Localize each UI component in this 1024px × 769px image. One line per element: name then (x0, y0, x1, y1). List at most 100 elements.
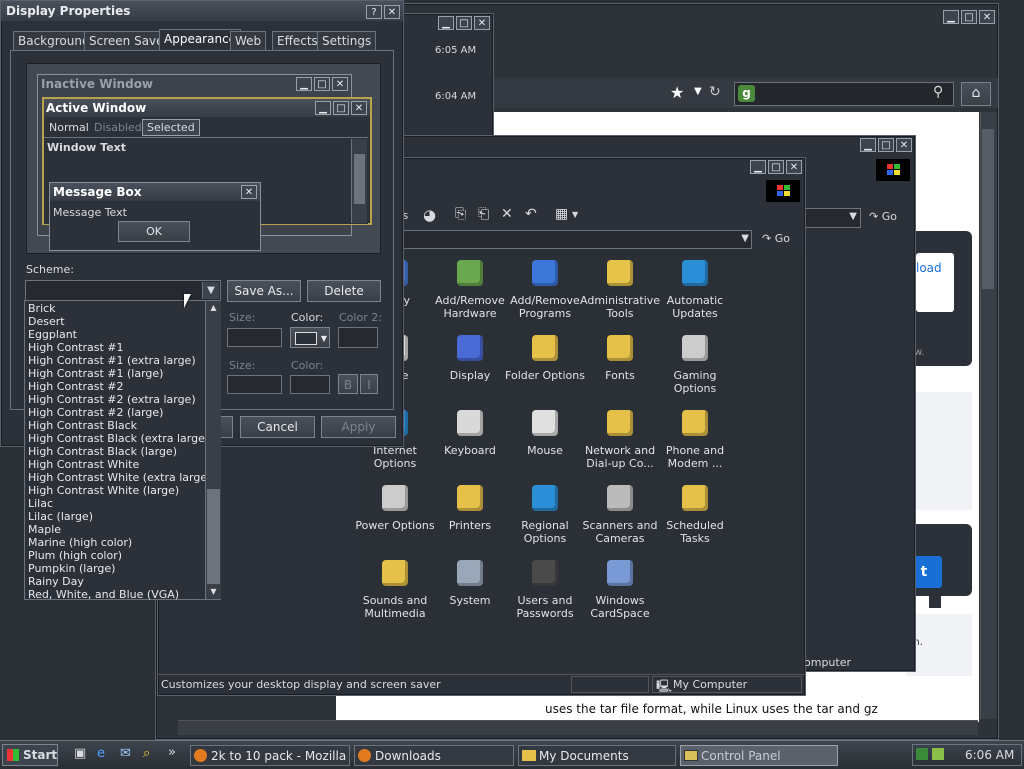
control-panel-item[interactable]: Keyboard (430, 406, 510, 457)
scroll-thumb[interactable] (982, 129, 994, 289)
control-panel-item[interactable]: Network and Dial-up Co... (580, 406, 660, 470)
scroll-up-icon[interactable]: ▲ (206, 301, 221, 315)
control-panel-item[interactable]: Fonts (580, 331, 660, 382)
browser-hscrollbar[interactable] (178, 720, 978, 735)
tab-background[interactable]: Background (13, 31, 95, 50)
minimize-icon[interactable]: ▁ (860, 138, 876, 152)
chevron-down-icon[interactable]: ▼ (572, 210, 578, 219)
control-panel-item[interactable]: Sounds and Multimedia (355, 556, 435, 620)
scheme-option[interactable]: Maple (25, 523, 205, 536)
scheme-option[interactable]: Lilac (large) (25, 510, 205, 523)
control-panel-item[interactable]: Folder Options (505, 331, 585, 382)
close-icon[interactable]: ✕ (896, 138, 912, 152)
search-engine-icon[interactable]: g (738, 85, 755, 102)
close-icon[interactable]: ✕ (474, 16, 490, 30)
italic-button[interactable]: I (360, 374, 378, 394)
scheme-option[interactable]: High Contrast White (large) (25, 484, 205, 497)
taskbar-button-my-documents[interactable]: My Documents (518, 745, 676, 766)
chevron-down-icon[interactable]: ▼ (202, 282, 219, 299)
maximize-icon[interactable]: □ (456, 16, 472, 30)
color-picker[interactable]: ▼ (290, 327, 330, 348)
dropdown-scrollbar[interactable]: ▲ ▼ (205, 301, 221, 599)
scheme-option[interactable]: High Contrast #1 (extra large) (25, 354, 205, 367)
scheme-option[interactable]: High Contrast #2 (large) (25, 406, 205, 419)
scheme-option[interactable]: Lilac (25, 497, 205, 510)
home-button[interactable]: ⌂ (961, 82, 991, 106)
apply-button[interactable]: Apply (321, 416, 396, 438)
scheme-option[interactable]: Plum (high color) (25, 549, 205, 562)
maximize-icon[interactable]: □ (961, 10, 977, 24)
close-icon[interactable]: ✕ (786, 160, 802, 174)
minimize-icon[interactable]: ▁ (750, 160, 766, 174)
clock[interactable]: 6:06 AM (965, 748, 1014, 762)
scheme-option[interactable]: High Contrast White (extra large) (25, 471, 211, 484)
scheme-option[interactable]: Brick (25, 302, 205, 315)
back-go-button[interactable]: ↷ Go (869, 210, 897, 223)
tab-settings[interactable]: Settings (317, 31, 377, 50)
reload-icon[interactable]: ↻ (709, 84, 721, 100)
save-as-button[interactable]: Save As... (227, 280, 301, 302)
control-panel-item[interactable]: Gaming Options (655, 331, 735, 395)
scroll-down-icon[interactable]: ▼ (206, 585, 221, 599)
search-icon[interactable]: ⚲ (933, 84, 943, 100)
move-to-icon[interactable]: ⎘ (455, 206, 466, 222)
scheme-option[interactable]: Red, White, and Blue (VGA) (25, 588, 205, 601)
search-input[interactable] (734, 82, 954, 106)
undo-icon[interactable]: ↶ (525, 206, 537, 222)
start-button[interactable]: Start (2, 744, 58, 766)
scheme-option[interactable]: Marine (high color) (25, 536, 205, 549)
scheme-select[interactable]: ▼ (25, 280, 221, 301)
control-panel-item[interactable]: Users and Passwords (505, 556, 585, 620)
control-panel-item[interactable]: Display (430, 331, 510, 382)
load-link[interactable]: load (916, 261, 942, 275)
back-address-dropdown[interactable]: ▼ (803, 208, 861, 228)
side-panel-link[interactable]: load (916, 253, 954, 312)
tray-volume-icon[interactable] (932, 748, 944, 760)
close-button[interactable]: ✕ (384, 5, 400, 19)
font-color-picker[interactable] (290, 375, 330, 394)
control-panel-item[interactable]: System (430, 556, 510, 607)
close-icon[interactable]: ✕ (979, 10, 995, 24)
scroll-thumb[interactable] (207, 489, 220, 584)
taskbar-button-firefox[interactable]: 2k to 10 pack - Mozilla Fir... (190, 745, 350, 766)
scheme-option[interactable]: High Contrast Black (25, 419, 205, 432)
tab-appearance[interactable]: Appearance (159, 29, 242, 51)
control-panel-item[interactable]: Printers (430, 481, 510, 532)
control-panel-item[interactable]: Phone and Modem ... (655, 406, 735, 470)
scheme-option[interactable]: Desert (25, 315, 205, 328)
help-button[interactable]: ? (366, 5, 382, 19)
scheme-option[interactable]: High Contrast Black (large) (25, 445, 205, 458)
bookmark-star-icon[interactable]: ★ (670, 83, 684, 102)
taskbar-button-control-panel[interactable]: Control Panel (680, 745, 838, 766)
scheme-option[interactable]: High Contrast #2 (25, 380, 205, 393)
maximize-icon[interactable]: □ (768, 160, 784, 174)
scheme-option[interactable]: High Contrast #1 (25, 341, 205, 354)
control-panel-item[interactable]: Add/Remove Programs (505, 256, 585, 320)
bold-button[interactable]: B (338, 374, 358, 394)
color2-picker[interactable] (338, 327, 378, 348)
control-panel-item[interactable]: Scheduled Tasks (655, 481, 735, 545)
maximize-icon[interactable]: □ (878, 138, 894, 152)
control-panel-item[interactable]: Automatic Updates (655, 256, 735, 320)
delete-icon[interactable]: ✕ (501, 206, 513, 222)
font-size-select[interactable] (227, 375, 282, 394)
delete-button[interactable]: Delete (307, 280, 381, 302)
address-dropdown[interactable]: ▼ (398, 230, 752, 249)
scheme-option[interactable]: Eggplant (25, 328, 205, 341)
tray-network-icon[interactable] (916, 748, 928, 760)
quicklaunch-outlook-icon[interactable]: ✉ (120, 746, 131, 761)
tab-web[interactable]: Web (230, 31, 267, 50)
scheme-option[interactable]: Rainy Day (25, 575, 205, 588)
history-icon[interactable]: ◕ (423, 206, 436, 224)
size-spinner[interactable] (227, 328, 282, 347)
quicklaunch-desktop-icon[interactable]: ▣ (74, 746, 86, 761)
scheme-option[interactable]: High Contrast Black (extra large) (25, 432, 209, 445)
scheme-option[interactable]: High Contrast #1 (large) (25, 367, 205, 380)
dropdown-arrow-icon[interactable]: ▼ (694, 86, 702, 97)
quicklaunch-explorer-icon[interactable]: ⌕ (143, 746, 150, 761)
views-icon[interactable]: ▦ (555, 206, 568, 222)
copy-to-icon[interactable]: ⎗ (478, 206, 489, 222)
cancel-button[interactable]: Cancel (240, 416, 315, 438)
control-panel-item[interactable]: Scanners and Cameras (580, 481, 660, 545)
control-panel-item[interactable]: Add/Remove Hardware (430, 256, 510, 320)
